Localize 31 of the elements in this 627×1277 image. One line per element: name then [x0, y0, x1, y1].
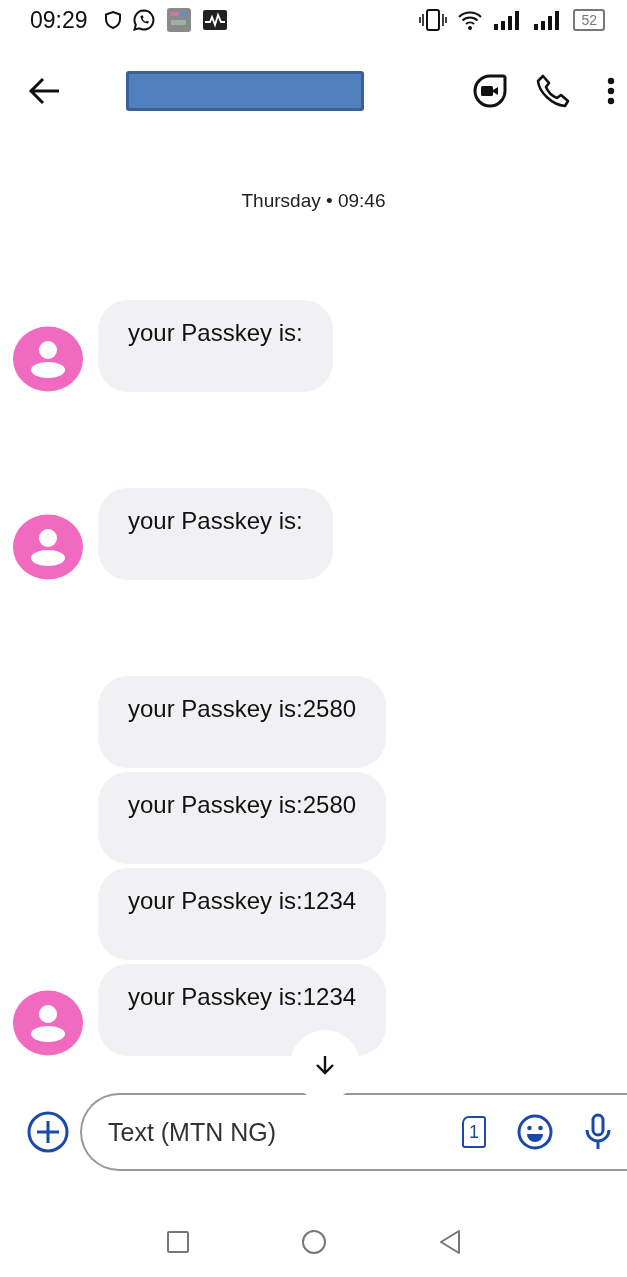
- vibrate-icon: [419, 8, 448, 32]
- recents-icon[interactable]: [165, 1230, 190, 1254]
- chat-bubble-icon: [131, 8, 156, 32]
- phone-button[interactable]: [535, 73, 571, 109]
- wifi-icon: [457, 9, 484, 31]
- back-button[interactable]: [28, 76, 62, 106]
- message-bubble: your Passkey is:: [98, 488, 333, 580]
- battery-level: 52: [573, 9, 605, 31]
- emoji-button[interactable]: [516, 1113, 554, 1151]
- message-input-field[interactable]: Text (MTN NG) 1: [80, 1093, 627, 1171]
- message-bubble: your Passkey is:2580: [98, 772, 387, 864]
- add-button[interactable]: [26, 1110, 70, 1154]
- microphone-button[interactable]: [584, 1113, 612, 1151]
- activity-icon: [201, 9, 228, 31]
- avatar-icon: [12, 990, 84, 1056]
- app-thumbnail-icon: [165, 7, 192, 33]
- home-icon[interactable]: [300, 1229, 327, 1255]
- message-bubble: your Passkey is:2580: [98, 676, 387, 768]
- message-timestamp: Thursday • 09:46: [240, 190, 387, 212]
- status-time: 09:29: [30, 6, 88, 34]
- more-options-button[interactable]: [607, 77, 615, 105]
- video-call-button[interactable]: [471, 73, 509, 109]
- avatar-icon: [12, 514, 84, 580]
- avatar-icon: [12, 326, 84, 392]
- sim-button[interactable]: 1: [462, 1116, 486, 1148]
- message-bubble: your Passkey is:1234: [98, 964, 387, 1056]
- shield-icon: [103, 10, 122, 30]
- message-bubble: your Passkey is:: [98, 300, 333, 392]
- message-bubble: your Passkey is:1234: [98, 868, 387, 960]
- down-arrow-icon: [314, 1054, 336, 1076]
- back-icon[interactable]: [437, 1229, 462, 1255]
